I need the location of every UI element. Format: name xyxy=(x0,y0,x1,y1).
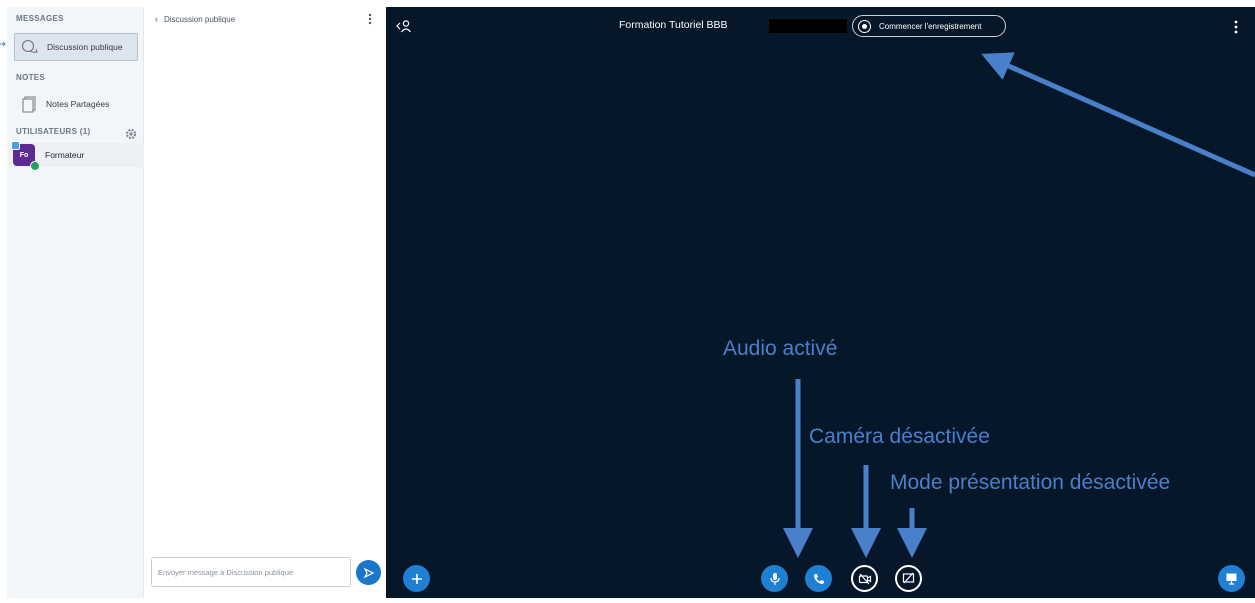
plus-icon xyxy=(411,573,422,584)
online-status-icon xyxy=(30,161,40,171)
annotation-audio: Audio activé xyxy=(723,337,838,360)
shared-notes-label: Notes Partagées xyxy=(46,99,110,109)
user-icon[interactable] xyxy=(396,19,412,33)
camera-off-icon xyxy=(858,573,871,584)
annotation-arrow-tip-icon xyxy=(0,41,6,47)
start-recording-label: Commencer l'enregistrement xyxy=(879,21,982,31)
kebab-icon[interactable] xyxy=(1234,20,1238,34)
messages-heading: MESSAGES xyxy=(16,14,64,23)
user-list-sidebar: MESSAGES Discussion publique NOTES Notes… xyxy=(7,7,144,598)
presentation-icon xyxy=(1226,573,1237,585)
leave-audio-button[interactable] xyxy=(805,565,832,592)
annotation-presentation: Mode présentation désactivée xyxy=(890,471,1171,494)
user-name: Formateur xyxy=(45,150,85,160)
chevron-left-icon: ‹ xyxy=(155,14,158,24)
toggle-audio-button[interactable] xyxy=(761,565,788,592)
restore-presentation-button[interactable] xyxy=(1218,565,1245,592)
chat-bubbles-icon xyxy=(21,38,39,56)
toggle-screenshare-button[interactable] xyxy=(895,565,922,592)
avatar-initials: Fo xyxy=(19,151,29,159)
gear-icon[interactable] xyxy=(125,127,137,140)
record-icon xyxy=(858,19,871,33)
presenter-badge xyxy=(11,141,20,150)
document-icon xyxy=(20,95,38,113)
notes-heading: NOTES xyxy=(16,73,46,82)
actions-plus-button[interactable] xyxy=(403,565,430,592)
chat-panel: ‹ Discussion publique xyxy=(145,7,385,598)
sidebar-item-public-chat[interactable]: Discussion publique xyxy=(14,33,138,61)
microphone-icon xyxy=(769,572,780,585)
user-list-item-formateur[interactable]: Fo Formateur xyxy=(9,141,144,171)
kebab-icon[interactable] xyxy=(368,13,372,25)
public-chat-label: Discussion publique xyxy=(47,42,123,52)
toggle-camera-button[interactable] xyxy=(851,565,878,592)
avatar: Fo xyxy=(11,141,40,171)
send-icon xyxy=(363,567,374,578)
chat-message-input[interactable] xyxy=(151,557,351,587)
chat-back-button[interactable]: ‹ Discussion publique xyxy=(155,14,235,24)
start-recording-button[interactable]: Commencer l'enregistrement xyxy=(852,15,1006,37)
chat-title: Discussion publique xyxy=(164,14,236,24)
sidebar-item-shared-notes[interactable]: Notes Partagées xyxy=(14,90,138,118)
screenshare-off-icon xyxy=(902,572,915,584)
meeting-main-area: Formation Tutoriel BBB Commencer l'enreg… xyxy=(386,7,1255,598)
annotation-camera: Caméra désactivée xyxy=(809,425,990,448)
meeting-title: Formation Tutoriel BBB xyxy=(619,19,728,31)
send-message-button[interactable] xyxy=(356,560,381,585)
redacted-box xyxy=(769,19,847,33)
phone-icon xyxy=(813,573,824,584)
users-heading: UTILISATEURS (1) xyxy=(16,127,91,136)
